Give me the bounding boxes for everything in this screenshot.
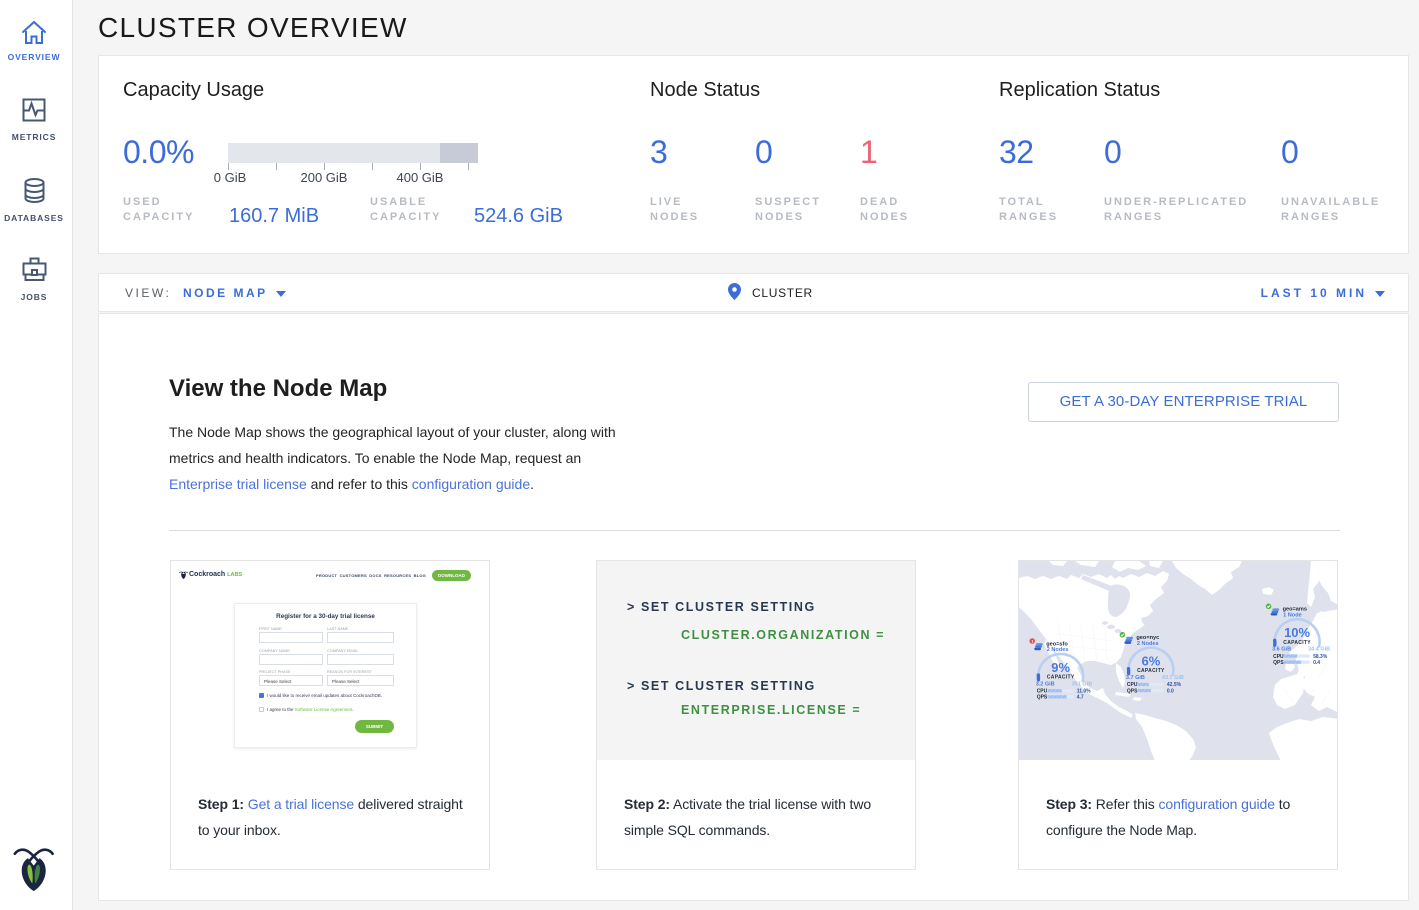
svg-text:QPS: QPS: [1037, 695, 1048, 701]
svg-text:QPS: QPS: [1273, 660, 1284, 666]
svg-text:3.7 GiB: 3.7 GiB: [1126, 675, 1145, 681]
svg-text:3.6 GiB: 3.6 GiB: [1272, 647, 1291, 653]
svg-text:0.0: 0.0: [1167, 688, 1174, 694]
svg-text:1 Node: 1 Node: [1283, 612, 1302, 618]
svg-text:6%: 6%: [1142, 654, 1161, 669]
svg-text:QPS: QPS: [1127, 688, 1138, 694]
svg-text:4.7: 4.7: [1077, 695, 1084, 701]
svg-text:34.4 GiB: 34.4 GiB: [1308, 647, 1330, 653]
svg-text:43.7 GiB: 43.7 GiB: [1162, 675, 1184, 681]
svg-text:3.2 GiB: 3.2 GiB: [1036, 681, 1055, 687]
svg-text:2 Nodes: 2 Nodes: [1137, 641, 1159, 647]
svg-text:CAPACITY: CAPACITY: [1137, 668, 1165, 674]
svg-text:9%: 9%: [1051, 660, 1070, 675]
svg-text:11.0%: 11.0%: [1077, 689, 1091, 695]
svg-text:CPU: CPU: [1037, 689, 1048, 695]
svg-text:CAPACITY: CAPACITY: [1047, 675, 1075, 681]
svg-text:351 GiB: 351 GiB: [1072, 681, 1093, 687]
svg-text:CAPACITY: CAPACITY: [1283, 640, 1311, 646]
svg-text:58.3%: 58.3%: [1313, 654, 1328, 660]
svg-text:10%: 10%: [1284, 625, 1310, 640]
svg-text:CPU: CPU: [1127, 682, 1138, 688]
svg-text:2 Nodes: 2 Nodes: [1047, 647, 1069, 653]
svg-text:0.4: 0.4: [1313, 660, 1320, 666]
svg-text:CPU: CPU: [1273, 654, 1284, 660]
svg-text:42.5%: 42.5%: [1167, 682, 1182, 688]
